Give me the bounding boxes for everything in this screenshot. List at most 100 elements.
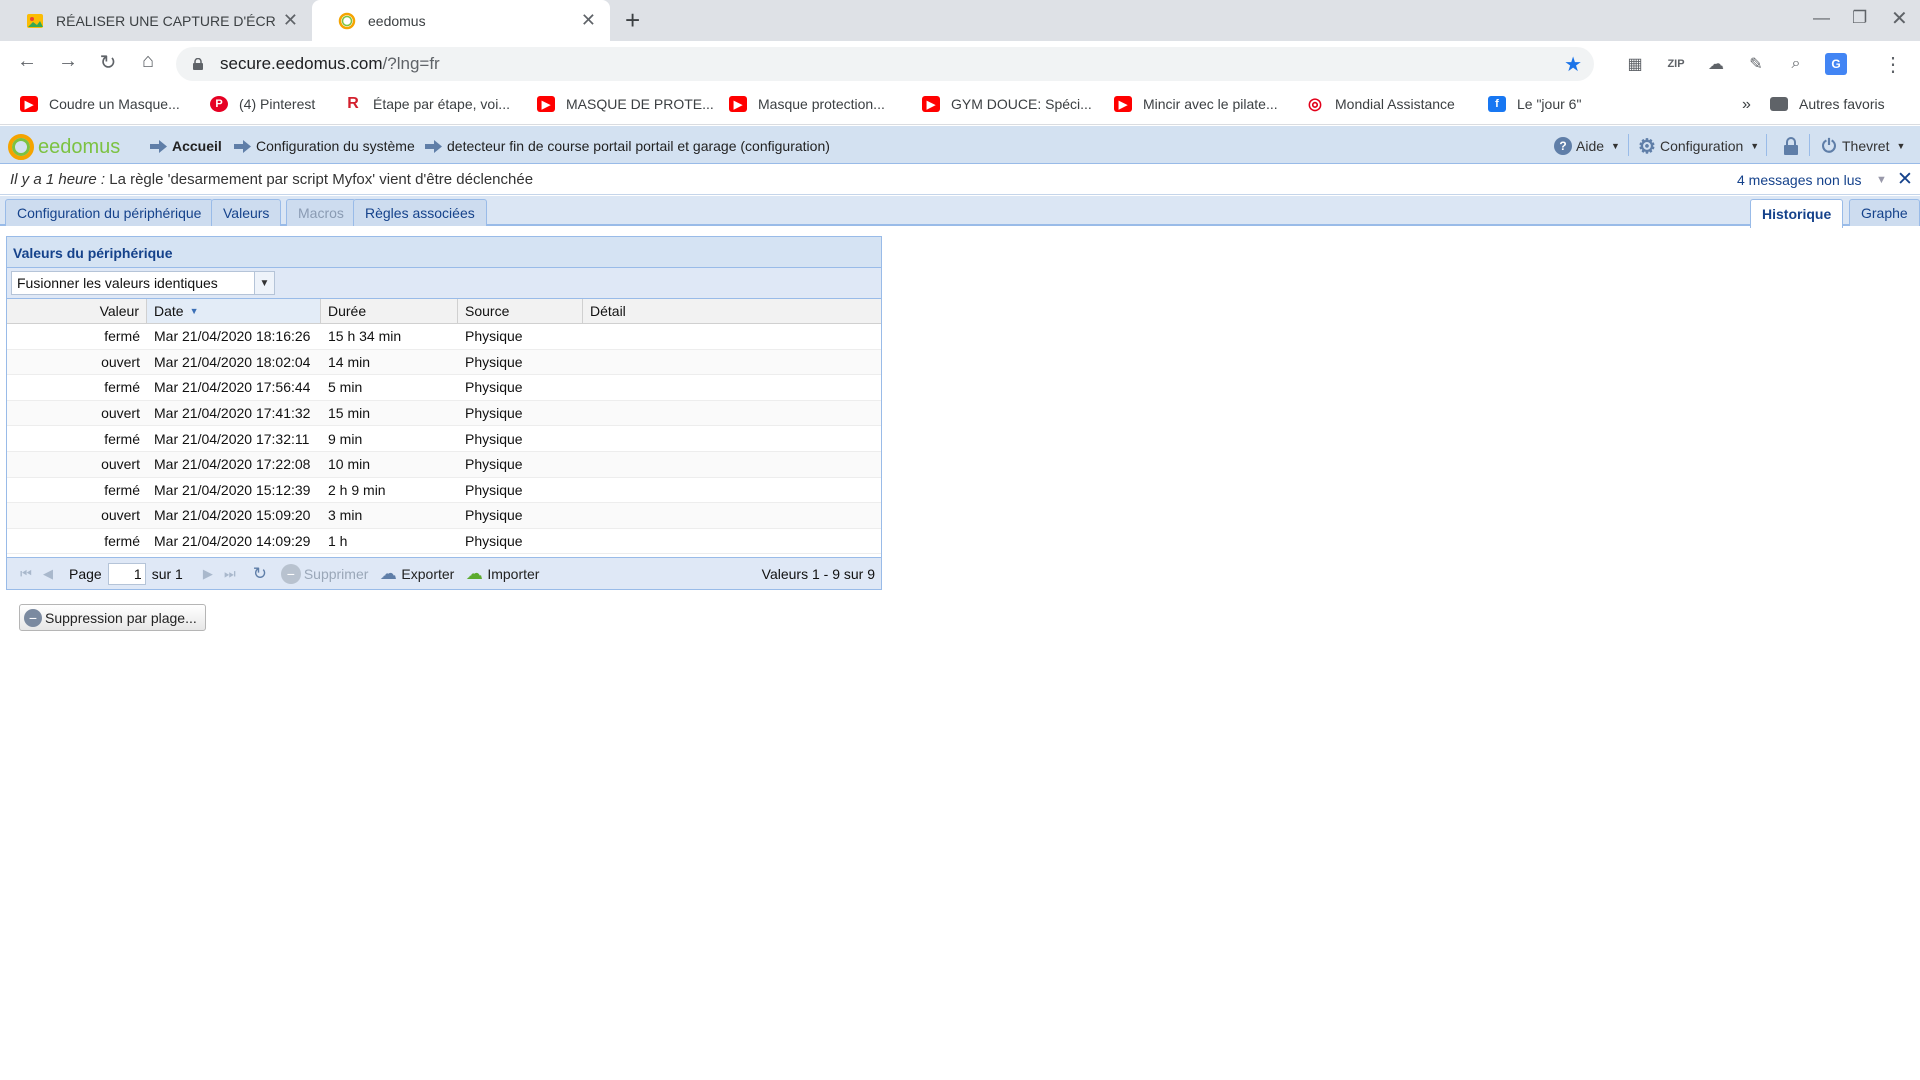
tab-device-configuration[interactable]: Configuration du périphérique — [5, 199, 214, 226]
close-notification-icon[interactable]: ✕ — [1897, 168, 1913, 191]
r-logo-icon: R — [347, 95, 359, 112]
table-row[interactable]: fermé Mar 21/04/2020 17:32:11 9 min Phys… — [7, 426, 881, 452]
cell-value: fermé — [104, 481, 140, 498]
bookmark-star-icon[interactable]: ★ — [1564, 52, 1582, 77]
table-row[interactable]: fermé Mar 21/04/2020 17:56:44 5 min Phys… — [7, 375, 881, 401]
pen-extension-icon[interactable]: ✎ — [1745, 53, 1767, 75]
table-row[interactable]: ouvert Mar 21/04/2020 18:02:04 14 min Ph… — [7, 349, 881, 376]
translate-extension-icon[interactable]: G — [1825, 53, 1847, 75]
home-icon[interactable]: ⌂ — [135, 50, 161, 73]
bookmark-item[interactable]: ▶ Mincir avec le pilate... — [1114, 96, 1278, 112]
last-page-icon[interactable]: ⏭ — [219, 566, 241, 582]
column-header-date-label: Date — [154, 303, 184, 319]
folder-icon — [1770, 97, 1788, 111]
cell-value: fermé — [104, 379, 140, 396]
cell-date: Mar 21/04/2020 18:02:04 — [154, 353, 311, 370]
bookmark-item[interactable]: f Le "jour 6" — [1488, 96, 1581, 112]
cell-date: Mar 21/04/2020 17:41:32 — [154, 405, 311, 422]
bookmark-item[interactable]: ◎ Mondial Assistance — [1306, 96, 1455, 113]
export-button[interactable]: ☁ Exporter — [378, 564, 454, 584]
forward-icon[interactable]: → — [55, 50, 81, 73]
chevron-down-icon[interactable]: ▼ — [254, 272, 274, 294]
first-page-icon[interactable]: ⏮ — [15, 566, 37, 582]
refresh-icon[interactable]: ↻ — [249, 564, 271, 584]
close-tab-icon[interactable]: ✕ — [283, 10, 298, 31]
bookmark-item[interactable]: R Étape par étape, voi... — [344, 95, 510, 112]
breadcrumb-label: Configuration du système — [256, 138, 415, 154]
bookmark-item[interactable]: ▶ MASQUE DE PROTE... — [537, 96, 714, 112]
bookmark-label: MASQUE DE PROTE... — [566, 96, 714, 112]
unread-messages-link[interactable]: 4 messages non lus — [1737, 172, 1862, 188]
zip-extension-icon[interactable]: ZIP — [1665, 53, 1687, 75]
chevron-down-icon: ▼ — [1611, 141, 1620, 151]
configuration-menu[interactable]: ⚙ Configuration ▼ — [1638, 136, 1759, 158]
close-window-icon[interactable]: ✕ — [1891, 6, 1908, 31]
browser-tab-eedomus[interactable]: eedomus ✕ — [312, 0, 610, 41]
tab-values[interactable]: Valeurs — [211, 199, 282, 226]
table-row[interactable]: fermé Mar 21/04/2020 15:12:39 2 h 9 min … — [7, 478, 881, 504]
cloud-extension-icon[interactable]: ☁ — [1705, 53, 1727, 75]
other-bookmarks-folder[interactable]: Autres favoris — [1770, 96, 1885, 112]
close-tab-icon[interactable]: ✕ — [581, 10, 596, 31]
next-page-icon[interactable]: ▶ — [197, 566, 219, 582]
bookmark-item[interactable]: ▶ GYM DOUCE: Spéci... — [922, 96, 1092, 112]
breadcrumb-device[interactable]: detecteur fin de course portail portail … — [425, 138, 830, 154]
app-header: eedomus Accueil Configuration du système… — [0, 126, 1920, 164]
table-row[interactable]: ouvert Mar 21/04/2020 15:09:20 3 min Phy… — [7, 503, 881, 529]
grid-header: Valeur Date ▼ Durée Source Détail — [7, 299, 881, 324]
cell-duration: 14 min — [328, 353, 371, 370]
column-header-detail[interactable]: Détail — [583, 299, 881, 323]
bookmark-item[interactable]: P (4) Pinterest — [210, 96, 315, 112]
cell-date: Mar 21/04/2020 17:32:11 — [154, 430, 310, 447]
bookmarks-bar: ▶ Coudre un Masque... P (4) Pinterest R … — [0, 87, 1920, 125]
address-bar[interactable]: secure.eedomus.com/?lng=fr ★ — [176, 47, 1594, 81]
range-delete-button[interactable]: − Suppression par plage... — [19, 604, 206, 631]
more-bookmarks-button[interactable]: » — [1742, 96, 1751, 114]
eedomus-favicon-icon — [338, 12, 356, 29]
back-icon[interactable]: ← — [14, 50, 40, 73]
tab-history[interactable]: Historique — [1750, 199, 1844, 228]
bookmark-label: Masque protection... — [758, 96, 885, 112]
import-button[interactable]: ☁ Importer — [464, 564, 540, 584]
cell-detail — [583, 324, 881, 349]
menu-kebab-icon[interactable]: ⋮ — [1882, 53, 1904, 76]
page-number-input[interactable]: 1 — [107, 562, 146, 585]
browser-tab-capture[interactable]: RÉALISER UNE CAPTURE D'ÉCRAN ✕ — [0, 0, 312, 41]
column-header-value[interactable]: Valeur — [7, 299, 147, 323]
search-extension-icon[interactable]: ⌕ — [1785, 53, 1807, 75]
tab-graph[interactable]: Graphe — [1849, 199, 1920, 226]
menu-separator — [1628, 134, 1629, 156]
expand-messages-icon[interactable]: ▼ — [1876, 174, 1887, 186]
reload-icon[interactable]: ↻ — [95, 50, 121, 75]
new-tab-icon[interactable]: + — [625, 6, 640, 34]
breadcrumb-system-config[interactable]: Configuration du système — [234, 138, 415, 154]
merge-values-select[interactable]: Fusionner les valeurs identiques ▼ — [11, 271, 275, 295]
url-host: secure.eedomus.com — [220, 54, 383, 73]
delete-button[interactable]: − Supprimer — [280, 563, 368, 584]
table-row[interactable]: fermé Mar 21/04/2020 14:09:29 1 h Physiq… — [7, 529, 881, 555]
cell-detail — [583, 426, 881, 451]
user-menu[interactable]: ⏻ Thevret ▼ — [1820, 136, 1906, 156]
help-menu[interactable]: ? Aide ▼ — [1554, 137, 1620, 155]
cell-detail — [583, 478, 881, 503]
column-header-duration[interactable]: Durée — [321, 299, 458, 323]
column-header-date[interactable]: Date ▼ — [147, 299, 321, 323]
extension-toolbox-icon[interactable]: ▦ — [1624, 53, 1646, 75]
column-header-source[interactable]: Source — [458, 299, 583, 323]
table-row[interactable]: ouvert Mar 21/04/2020 17:22:08 10 min Ph… — [7, 451, 881, 478]
bookmark-item[interactable]: ▶ Masque protection... — [729, 96, 885, 112]
eedomus-logo[interactable]: eedomus — [8, 134, 120, 160]
bookmark-item[interactable]: ▶ Coudre un Masque... — [20, 96, 180, 112]
table-row[interactable]: ouvert Mar 21/04/2020 17:41:32 15 min Ph… — [7, 400, 881, 427]
previous-page-icon[interactable]: ◀ — [37, 566, 59, 582]
tab-associated-rules[interactable]: Règles associées — [353, 199, 487, 226]
cell-value: fermé — [104, 328, 140, 345]
restore-icon[interactable]: ❐ — [1852, 8, 1867, 28]
minimize-icon[interactable]: — — [1813, 8, 1830, 28]
lock-button[interactable] — [1783, 137, 1799, 155]
breadcrumb-home[interactable]: Accueil — [150, 138, 222, 154]
device-values-panel: Valeurs du périphérique Fusionner les va… — [6, 236, 882, 590]
panel-title: Valeurs du périphérique — [7, 237, 881, 268]
table-row[interactable]: fermé Mar 21/04/2020 18:16:26 15 h 34 mi… — [7, 324, 881, 350]
cell-source: Physique — [465, 353, 523, 370]
